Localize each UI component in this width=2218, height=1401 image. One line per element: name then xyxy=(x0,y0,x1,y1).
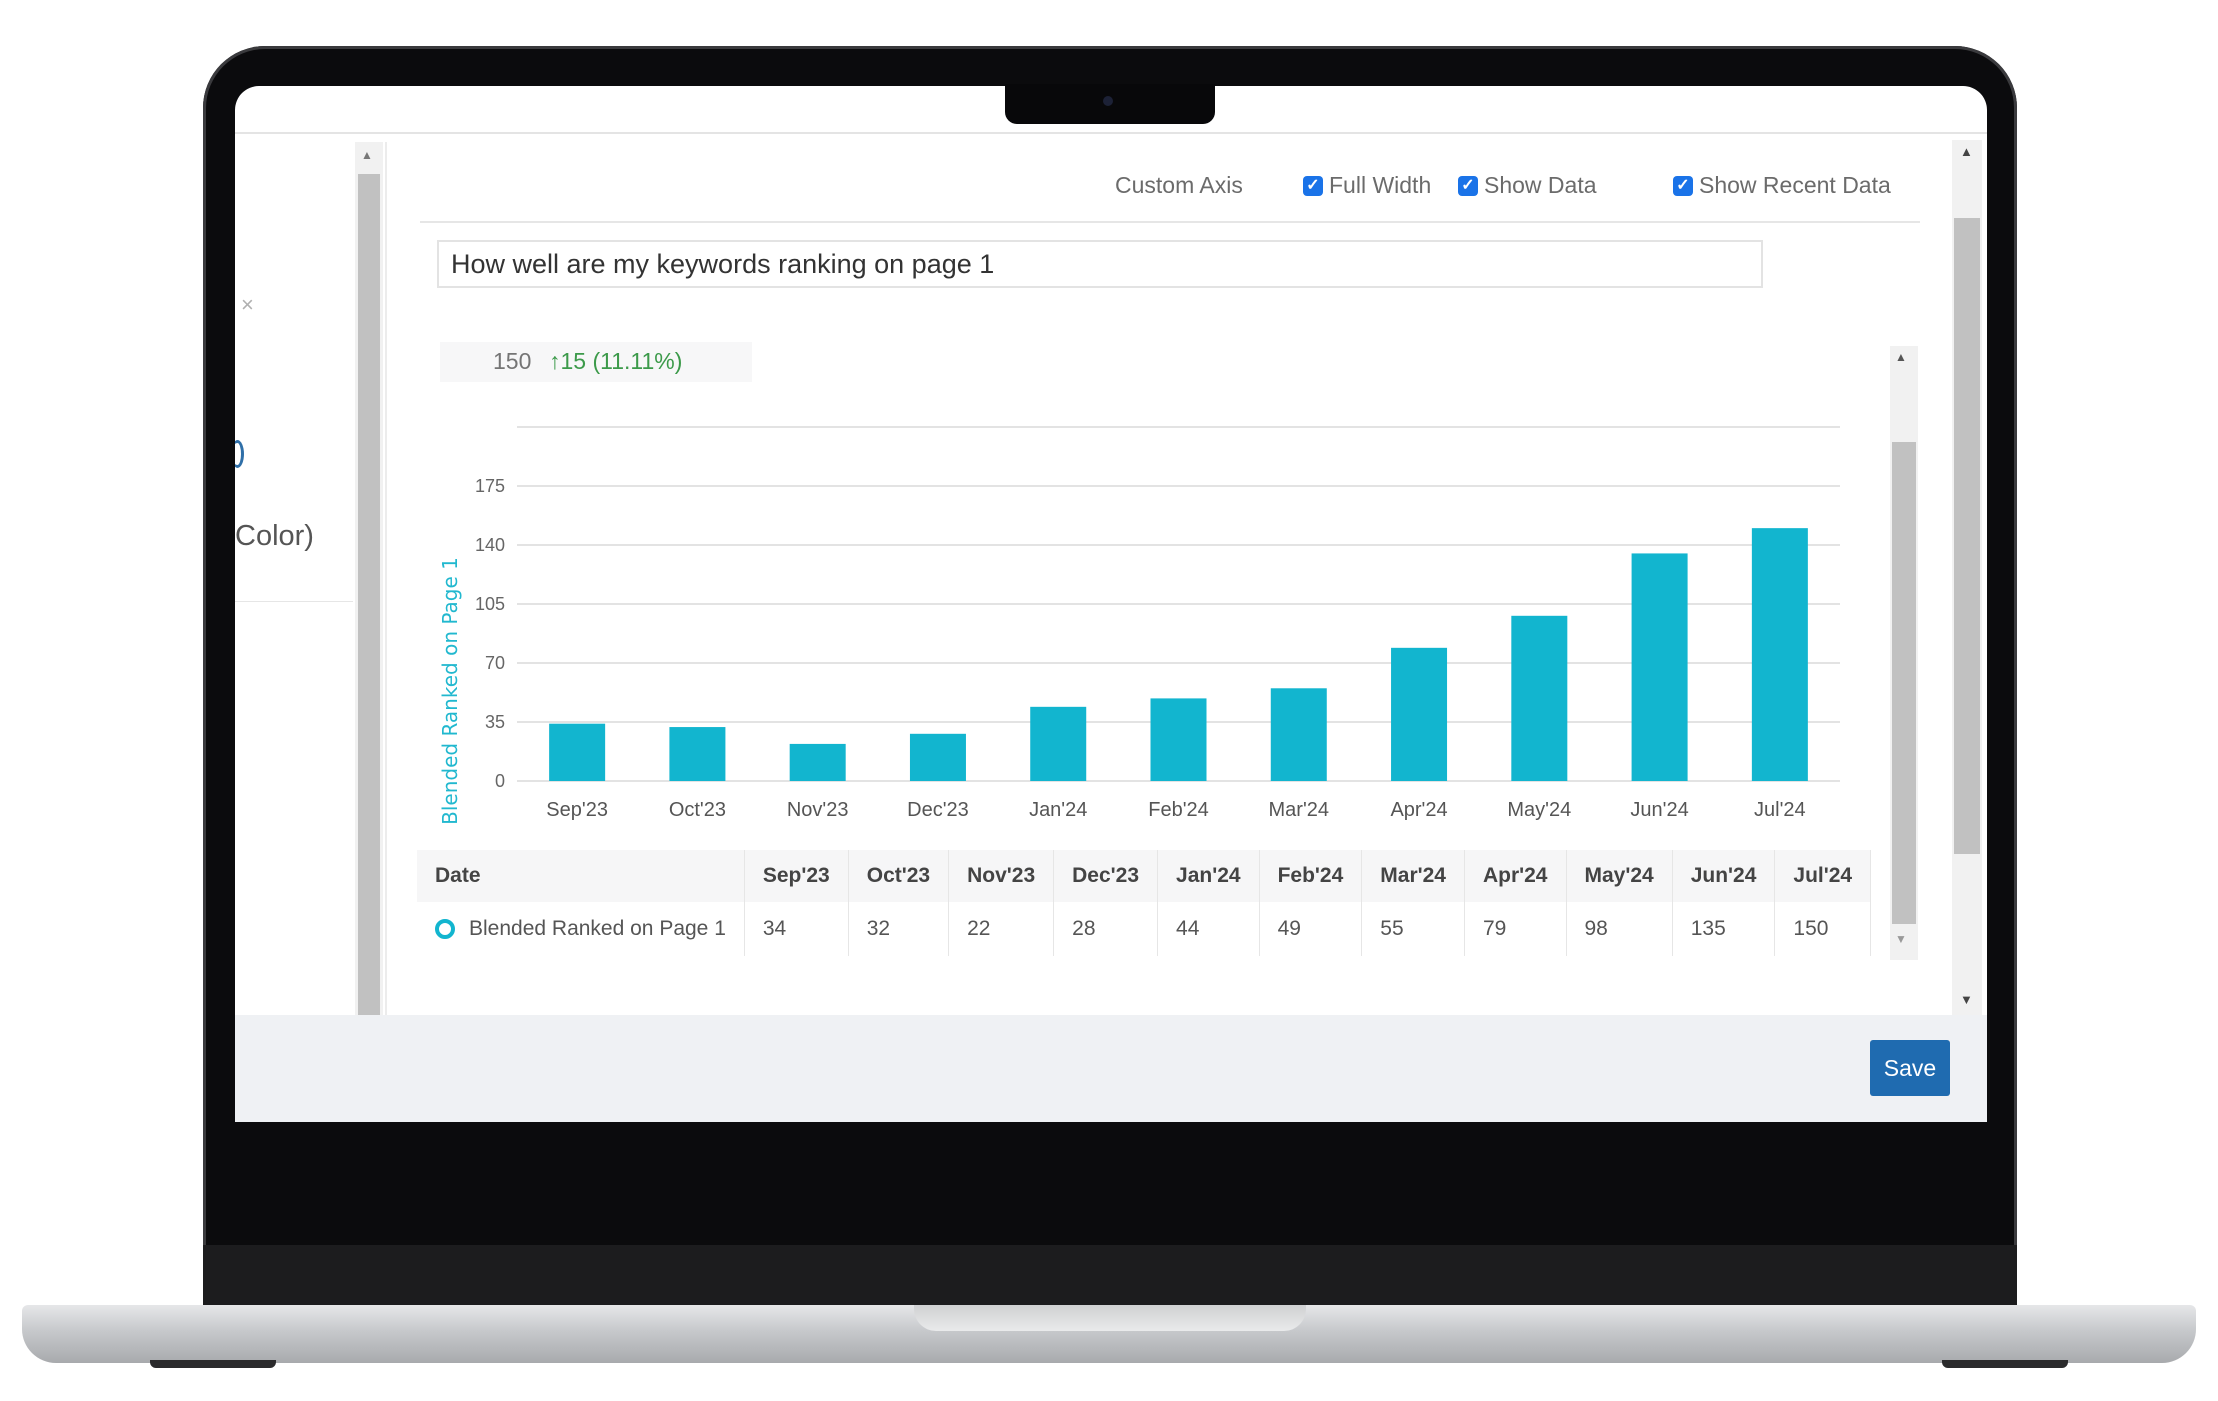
bar xyxy=(1391,647,1448,781)
close-icon[interactable]: × xyxy=(241,292,254,318)
value-cell: 28 xyxy=(1053,902,1159,956)
value-cell: 55 xyxy=(1361,902,1465,956)
top-divider xyxy=(235,132,1987,134)
bar xyxy=(1150,698,1207,781)
bar xyxy=(1270,688,1327,781)
y-tick-label: 35 xyxy=(485,712,505,732)
x-tick-label: Jun'24 xyxy=(1630,799,1688,821)
x-tick-label: Jan'24 xyxy=(1029,799,1087,821)
show-data-label: Show Data xyxy=(1484,172,1597,198)
checkbox-checked-icon[interactable]: ✓ xyxy=(1458,175,1478,196)
x-tick-label: Sep'23 xyxy=(546,799,608,821)
laptop-foot-left xyxy=(150,1360,276,1368)
x-tick-label: Nov'23 xyxy=(787,799,849,821)
table-header-row: Date Sep'23 Oct'23 Nov'23 Dec'23 Jan'24 Feb'2… xyxy=(417,850,1872,902)
column-header: Jul'24 xyxy=(1774,850,1872,902)
show-recent-data-checkbox[interactable]: ✓ Show Recent Data xyxy=(1673,172,1891,199)
data-table: Date Sep'23 Oct'23 Nov'23 Dec'23 Jan'24 Feb'2… xyxy=(417,850,1889,956)
value-cell: 79 xyxy=(1464,902,1567,956)
left-scrollbar-thumb[interactable] xyxy=(358,174,380,1016)
bars xyxy=(549,528,1808,781)
x-tick-label: Jul'24 xyxy=(1754,799,1806,821)
checkbox-checked-icon[interactable]: ✓ xyxy=(1303,175,1323,196)
bar xyxy=(789,743,846,781)
scroll-down-icon[interactable]: ▼ xyxy=(1960,992,1973,1007)
y-tick-label: 0 xyxy=(495,771,505,791)
column-header: Feb'24 xyxy=(1259,850,1363,902)
column-header: Nov'23 xyxy=(948,850,1055,902)
bar xyxy=(909,733,966,781)
chart-scrollbar-thumb[interactable] xyxy=(1892,442,1916,924)
show-data-checkbox[interactable]: ✓ Show Data xyxy=(1458,172,1597,199)
bar xyxy=(1751,528,1808,781)
bar xyxy=(669,727,726,781)
x-tick-label: Dec'23 xyxy=(907,799,969,821)
latest-value: 150 xyxy=(493,348,532,374)
series-label: Blended Ranked on Page 1 xyxy=(469,917,726,940)
x-tick-label: May'24 xyxy=(1507,799,1571,821)
laptop-foot-right xyxy=(1942,1360,2068,1368)
show-recent-data-label: Show Recent Data xyxy=(1699,172,1891,198)
bar xyxy=(1631,553,1688,781)
y-axis-label: Blended Ranked on Page 1 xyxy=(438,557,462,825)
laptop-chin xyxy=(203,1245,2017,1308)
value-cell: 98 xyxy=(1566,902,1673,956)
laptop-lid-opening-notch xyxy=(914,1305,1306,1331)
scroll-up-icon[interactable]: ▲ xyxy=(361,148,373,162)
chart-title-input[interactable] xyxy=(437,240,1763,288)
custom-axis-button[interactable]: Custom Axis xyxy=(1115,172,1243,199)
value-cell: 32 xyxy=(848,902,950,956)
date-column-header: Date xyxy=(417,850,745,902)
x-tick-labels: Sep'23 Oct'23 Nov'23 Dec'23 Jan'24 Feb'24 Mar'… xyxy=(546,799,1805,821)
table-row: Blended Ranked on Page 1 34 32 22 28 44 49 55 7… xyxy=(417,902,1872,956)
value-cell: 44 xyxy=(1157,902,1260,956)
value-cell: 49 xyxy=(1259,902,1363,956)
checkbox-checked-icon[interactable]: ✓ xyxy=(1673,175,1693,196)
column-header: May'24 xyxy=(1566,850,1673,902)
bar xyxy=(549,723,606,781)
left-panel-label: Color) xyxy=(235,520,314,552)
y-tick-label: 70 xyxy=(485,653,505,673)
y-tick-label: 175 xyxy=(475,476,505,496)
value-cell: 135 xyxy=(1672,902,1776,956)
scroll-down-icon[interactable]: ▼ xyxy=(1895,932,1907,946)
column-header: Jan'24 xyxy=(1157,850,1260,902)
column-header: Oct'23 xyxy=(848,850,950,902)
x-tick-label: Mar'24 xyxy=(1269,799,1330,821)
left-panel-divider xyxy=(235,601,353,602)
x-tick-label: Oct'23 xyxy=(669,799,726,821)
series-label-cell: Blended Ranked on Page 1 xyxy=(417,902,745,956)
toolbar-divider xyxy=(420,221,1920,223)
column-header: Mar'24 xyxy=(1361,850,1465,902)
full-width-label: Full Width xyxy=(1329,172,1432,198)
column-header: Jun'24 xyxy=(1672,850,1776,902)
value-cell: 34 xyxy=(744,902,849,956)
column-header: Dec'23 xyxy=(1053,850,1159,902)
value-cell: 150 xyxy=(1774,902,1872,956)
series-marker-icon xyxy=(435,919,455,940)
x-tick-label: Apr'24 xyxy=(1390,799,1447,821)
scroll-up-icon[interactable]: ▲ xyxy=(1895,350,1907,364)
y-tick-label: 140 xyxy=(475,535,505,555)
bar xyxy=(1511,615,1568,781)
column-header: Apr'24 xyxy=(1464,850,1567,902)
column-header: Sep'23 xyxy=(744,850,849,902)
y-tick-labels: 0 35 70 105 140 175 xyxy=(475,476,505,791)
custom-axis-label: Custom Axis xyxy=(1115,172,1243,198)
save-button[interactable]: Save xyxy=(1870,1040,1950,1096)
left-panel xyxy=(235,140,355,1020)
change-indicator: ↑15 (11.11%) xyxy=(549,348,683,374)
x-tick-label: Feb'24 xyxy=(1148,799,1209,821)
y-tick-label: 105 xyxy=(475,594,505,614)
scroll-up-icon[interactable]: ▲ xyxy=(1960,144,1973,159)
screen: × Color) ▲ Custom Axis ✓ Full Width ✓ Sh… xyxy=(235,86,1987,1122)
full-width-checkbox[interactable]: ✓ Full Width xyxy=(1303,172,1431,199)
modal-footer xyxy=(235,1015,1987,1122)
page-scrollbar-thumb[interactable] xyxy=(1954,218,1980,854)
value-cell: 22 xyxy=(948,902,1055,956)
camera-icon xyxy=(1103,96,1113,106)
bar xyxy=(1030,706,1087,781)
